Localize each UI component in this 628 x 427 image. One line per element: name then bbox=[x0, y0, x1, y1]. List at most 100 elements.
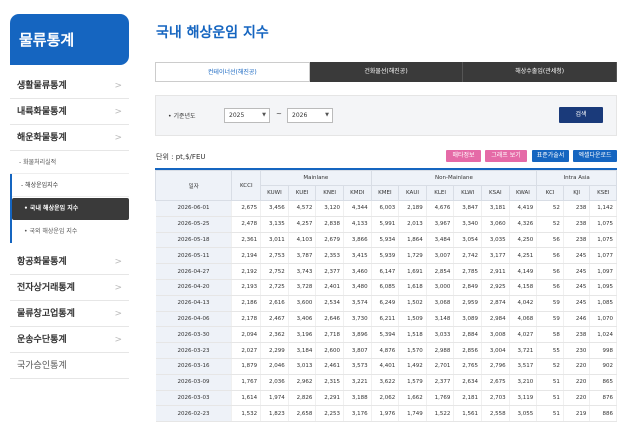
sidebar-item-label: 해운화물통계 bbox=[17, 133, 67, 143]
value-cell: 2,253 bbox=[315, 405, 344, 423]
value-cell: 5,939 bbox=[371, 247, 400, 265]
sub-item-cargo-handling[interactable]: - 화물처리실적 bbox=[10, 151, 129, 174]
tab-container[interactable]: 컨테이너선(해진공) bbox=[155, 62, 310, 82]
value-cell: 230 bbox=[563, 342, 591, 359]
value-cell: 245 bbox=[563, 263, 591, 280]
value-cell: 2,377 bbox=[315, 263, 344, 280]
excel-download-button[interactable]: 엑셀다운로드 bbox=[573, 150, 617, 162]
sidebar-item-label: 항공화물통계 bbox=[17, 257, 67, 267]
range-separator: ~ bbox=[276, 110, 282, 118]
search-button[interactable]: 검색 bbox=[559, 107, 603, 123]
table-row: 2026-05-11 2,194 2,753 3,787 2,353 3,415 5,939… bbox=[155, 247, 617, 265]
value-cell: 3,573 bbox=[343, 358, 372, 375]
value-cell: 2,461 bbox=[315, 358, 344, 375]
value-cell: 3,415 bbox=[343, 247, 372, 265]
value-cell: 902 bbox=[589, 358, 617, 375]
value-cell: 3,847 bbox=[453, 200, 483, 217]
value-cell: 56 bbox=[536, 279, 564, 296]
sidebar-item-marine-cargo[interactable]: 해운화물통계 > bbox=[10, 125, 129, 151]
value-cell: 1,077 bbox=[589, 247, 617, 265]
sidebar-item-national-stats[interactable]: 국가승인통계 bbox=[10, 353, 129, 379]
value-cell: 2,616 bbox=[260, 295, 289, 312]
date-cell: 2026-05-18 bbox=[155, 232, 233, 249]
date-cell: 2026-05-25 bbox=[155, 216, 233, 233]
value-cell: 4,401 bbox=[371, 358, 400, 375]
value-cell: 2,401 bbox=[315, 279, 344, 296]
year-label: • 기준년도 bbox=[168, 113, 196, 120]
value-cell: 3,035 bbox=[481, 232, 510, 249]
value-cell: 3,896 bbox=[343, 326, 372, 344]
tab-import-export[interactable]: 해상수출입(관세청) bbox=[463, 62, 618, 82]
value-cell: 3,574 bbox=[343, 295, 372, 312]
value-cell: 3,181 bbox=[481, 200, 510, 217]
value-cell: 4,257 bbox=[288, 216, 317, 233]
sub-header-cell: KNEI bbox=[315, 185, 344, 201]
value-cell: 1,070 bbox=[589, 311, 617, 328]
date-cell: 2026-03-03 bbox=[155, 390, 233, 407]
date-cell: 2026-03-23 bbox=[155, 342, 233, 359]
table-row: 2026-03-30 2,094 2,362 3,196 2,718 3,896 5,394… bbox=[155, 326, 617, 344]
from-year-select[interactable]: 2025 ▼ bbox=[224, 108, 270, 123]
value-cell: 59 bbox=[536, 311, 564, 328]
value-cell: 2,013 bbox=[398, 216, 427, 233]
value-cell: 219 bbox=[563, 405, 591, 423]
metadata-button[interactable]: 매타정보 bbox=[446, 150, 481, 162]
value-cell: 56 bbox=[536, 247, 564, 265]
value-cell: 2,742 bbox=[453, 247, 483, 265]
value-cell: 1,142 bbox=[589, 200, 617, 217]
sub2-item-foreign-index[interactable]: • 국외 해상운임 지수 bbox=[12, 221, 129, 243]
sidebar-item-ecommerce[interactable]: 전자상거래통계 > bbox=[10, 275, 129, 301]
filter-panel: • 기준년도 2025 ▼ ~ 2026 ▼ 검색 bbox=[155, 95, 617, 136]
value-cell: 3,866 bbox=[343, 232, 372, 249]
value-cell: 2,675 bbox=[231, 200, 262, 217]
value-cell: 1,492 bbox=[398, 358, 427, 375]
value-cell: 1,749 bbox=[398, 405, 427, 423]
sidebar-item-label: 물류창고업통계 bbox=[17, 309, 75, 319]
value-cell: 1,522 bbox=[426, 405, 455, 423]
value-cell: 2,189 bbox=[398, 200, 427, 217]
value-cell: 4,572 bbox=[288, 200, 317, 217]
value-cell: 246 bbox=[563, 311, 591, 328]
sidebar-item-inland-cargo[interactable]: 내륙화물통계 > bbox=[10, 99, 129, 125]
value-cell: 876 bbox=[589, 390, 617, 407]
sidebar-item-living-logistics[interactable]: 생활물류통계 > bbox=[10, 73, 129, 99]
value-cell: 5,991 bbox=[371, 216, 400, 233]
table-row: 2026-04-27 2,192 2,752 3,743 2,377 3,460 6,147… bbox=[155, 263, 617, 280]
value-cell: 220 bbox=[563, 374, 591, 391]
sub2-item-domestic-index[interactable]: • 국내 해상운임 지수 bbox=[12, 198, 129, 220]
unit-label: 단위 : pt,$/FEU bbox=[156, 153, 206, 161]
to-year-select[interactable]: 2026 ▼ bbox=[287, 108, 333, 123]
sidebar-item-label: 운송수단통계 bbox=[17, 335, 67, 345]
standard-doc-button[interactable]: 표준가술서 bbox=[532, 150, 569, 162]
value-cell: 2,884 bbox=[453, 326, 483, 344]
sidebar-item-warehouse[interactable]: 물류창고업통계 > bbox=[10, 301, 129, 327]
value-cell: 1,618 bbox=[398, 279, 427, 296]
table-row: 2026-03-03 1,614 1,974 2,826 2,291 3,188 2,062… bbox=[155, 390, 617, 407]
value-cell: 2,634 bbox=[453, 374, 483, 391]
value-cell: 238 bbox=[563, 232, 591, 249]
value-cell: 4,103 bbox=[288, 232, 317, 249]
sub-header-cell: KWAI bbox=[508, 185, 538, 201]
table-row: 2026-04-13 2,186 2,616 3,600 2,534 3,574 6,249… bbox=[155, 295, 617, 312]
date-cell: 2026-03-16 bbox=[155, 358, 233, 375]
from-year-value: 2025 bbox=[229, 112, 245, 119]
sidebar-item-air-cargo[interactable]: 항공화물통계 > bbox=[10, 249, 129, 275]
value-cell: 3,967 bbox=[426, 216, 455, 233]
chevron-down-icon: ▼ bbox=[262, 112, 266, 118]
value-cell: 3,120 bbox=[315, 200, 344, 217]
value-cell: 2,478 bbox=[231, 216, 262, 233]
value-cell: 2,962 bbox=[288, 374, 317, 391]
value-cell: 3,460 bbox=[343, 263, 372, 280]
value-cell: 2,796 bbox=[481, 358, 510, 375]
value-cell: 1,769 bbox=[426, 390, 455, 407]
value-cell: 3,068 bbox=[426, 295, 455, 312]
sidebar-item-transport[interactable]: 운송수단통계 > bbox=[10, 327, 129, 353]
graph-view-button[interactable]: 그래프 보기 bbox=[485, 150, 527, 162]
value-cell: 2,361 bbox=[231, 232, 262, 249]
value-cell: 2,353 bbox=[315, 247, 344, 265]
chevron-down-icon: ▼ bbox=[325, 112, 329, 118]
sub-item-freight-index[interactable]: - 해상운임지수 bbox=[12, 174, 129, 197]
value-cell: 3,055 bbox=[509, 405, 538, 423]
value-cell: 56 bbox=[536, 263, 564, 280]
tab-bulk[interactable]: 건화물선(해진공) bbox=[309, 62, 464, 82]
